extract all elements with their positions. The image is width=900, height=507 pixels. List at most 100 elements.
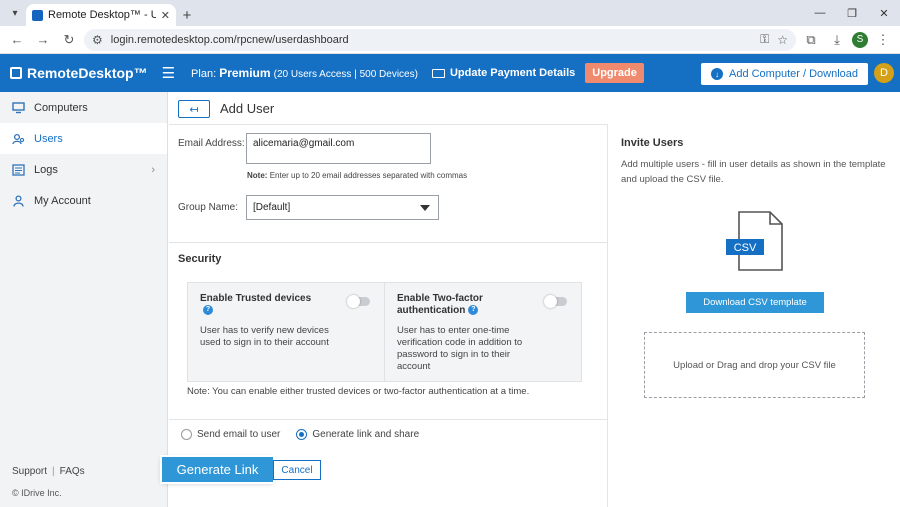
tab-title: Remote Desktop™ - User Mana	[48, 9, 156, 21]
security-options: Enable Trusted devices? User has to veri…	[187, 282, 582, 382]
tab-close-icon[interactable]: ✕	[161, 9, 170, 22]
monitor-icon	[12, 101, 25, 114]
download-icon[interactable]: ⤓	[826, 29, 848, 51]
help-icon[interactable]: ?	[468, 305, 479, 316]
url-field[interactable]: ⚙ login.remotedesktop.com/rpcnew/userdas…	[84, 28, 796, 51]
two-factor-toggle[interactable]	[544, 295, 567, 308]
security-note: Note: You can enable either trusted devi…	[187, 386, 530, 397]
invite-desc: Add multiple users - fill in user detail…	[621, 159, 886, 185]
email-field[interactable]: alicemaria@gmail.com	[246, 133, 431, 164]
sidebar: Computers Users Logs › My Account Suppor…	[0, 92, 168, 507]
divider	[169, 124, 607, 125]
app-header: RemoteDesktop™ ☰ Plan: Premium (20 Users…	[0, 54, 900, 92]
plan-details: (20 Users Access | 500 Devices)	[273, 69, 418, 80]
bookmark-star-icon[interactable]: ☆	[777, 33, 788, 47]
share-method-radios: Send email to user Generate link and sha…	[181, 429, 419, 440]
extensions-icon[interactable]: ⧉	[800, 29, 822, 51]
browser-tab[interactable]: Remote Desktop™ - User Mana ✕	[26, 4, 176, 26]
tab-search-icon[interactable]: ▾	[4, 2, 26, 24]
security-title: Security	[178, 253, 222, 265]
radio-generate-link[interactable]: Generate link and share	[296, 429, 419, 440]
radio-send-email[interactable]: Send email to user	[181, 429, 280, 440]
close-window-icon[interactable]: ✕	[868, 0, 900, 26]
toggle-knob	[544, 295, 557, 308]
favicon-icon	[32, 9, 43, 21]
back-arrow-icon[interactable]: ←	[6, 29, 28, 51]
caret-down-icon	[420, 205, 430, 211]
add-computer-label: Add Computer / Download	[728, 68, 858, 80]
sidebar-item-logs[interactable]: Logs ›	[0, 154, 167, 185]
faqs-link[interactable]: FAQs	[60, 466, 85, 477]
invite-title: Invite Users	[621, 137, 684, 149]
window-controls: — ❐ ✕	[804, 0, 900, 26]
group-select-value: [Default]	[253, 202, 291, 213]
new-tab-icon[interactable]: +	[176, 4, 198, 26]
toggle-knob	[347, 295, 360, 308]
sidebar-footer: Support | FAQs	[12, 466, 85, 477]
url-text: login.remotedesktop.com/rpcnew/userdashb…	[110, 33, 349, 46]
footer-separator: |	[52, 466, 55, 477]
sidebar-item-label: Logs	[34, 163, 58, 176]
cancel-button[interactable]: Cancel	[273, 460, 321, 480]
csv-dropzone[interactable]: Upload or Drag and drop your CSV file	[644, 332, 865, 398]
plan-name: Premium	[219, 66, 271, 80]
add-computer-button[interactable]: ↓ Add Computer / Download	[700, 63, 868, 85]
note-bold: Note:	[247, 171, 268, 180]
support-link[interactable]: Support	[12, 466, 47, 477]
reload-icon[interactable]: ↻	[58, 29, 80, 51]
back-button[interactable]: ↤	[178, 100, 210, 118]
add-user-panel: ↤ Add User Email Address: alicemaria@gma…	[162, 92, 607, 507]
upgrade-button[interactable]: Upgrade	[585, 63, 644, 83]
update-payment-link[interactable]: Update Payment Details	[431, 67, 575, 79]
browser-tabstrip: ▾ Remote Desktop™ - User Mana ✕ + — ❐ ✕	[0, 0, 900, 26]
trusted-devices-toggle[interactable]	[347, 295, 370, 308]
csv-file-icon: CSV	[726, 210, 784, 272]
radio-circle-selected	[296, 429, 308, 440]
profile-avatar[interactable]: S	[852, 31, 868, 48]
note-text: Enter up to 20 email addresses separated…	[269, 171, 468, 180]
plan-info: Plan: Premium (20 Users Access | 500 Dev…	[191, 66, 418, 80]
address-bar: ← → ↻ ⚙ login.remotedesktop.com/rpcnew/u…	[0, 26, 900, 54]
chevron-right-icon: ›	[151, 163, 155, 176]
sidebar-item-users[interactable]: Users	[0, 123, 167, 154]
key-icon[interactable]: ⚿	[760, 32, 769, 47]
page-title: Add User	[220, 101, 275, 116]
trusted-devices-title: Enable Trusted devices	[200, 293, 312, 304]
person-icon	[12, 194, 25, 207]
radio-circle	[181, 429, 192, 440]
site-info-icon[interactable]: ⚙	[92, 33, 103, 47]
two-factor-desc: User has to enter one-time verification …	[397, 325, 523, 372]
generate-link-button[interactable]: Generate Link	[162, 457, 273, 482]
radio-label: Generate link and share	[312, 429, 420, 440]
more-menu-icon[interactable]: ⋮	[872, 29, 894, 51]
sidebar-item-my-account[interactable]: My Account	[0, 185, 167, 216]
email-label: Email Address:	[178, 138, 245, 149]
radio-label: Send email to user	[197, 429, 281, 440]
plan-label: Plan:	[191, 68, 217, 80]
sidebar-item-label: My Account	[34, 194, 91, 207]
forward-arrow-icon[interactable]: →	[32, 29, 54, 51]
restore-icon[interactable]: ❐	[836, 0, 868, 26]
sidebar-item-computers[interactable]: Computers	[0, 92, 167, 123]
divider	[169, 419, 607, 420]
minimize-icon[interactable]: —	[804, 0, 836, 26]
credit-card-icon	[431, 68, 445, 78]
download-csv-button[interactable]: Download CSV template	[686, 292, 824, 313]
copyright: © IDrive Inc.	[12, 488, 62, 498]
user-avatar[interactable]: D	[874, 63, 894, 83]
sidebar-item-label: Computers	[34, 101, 88, 114]
group-select[interactable]: [Default]	[246, 195, 439, 220]
users-icon	[12, 133, 25, 145]
logo[interactable]: RemoteDesktop™	[10, 65, 148, 81]
email-note: Note: Enter up to 20 email addresses sep…	[247, 171, 467, 180]
download-circle-icon: ↓	[710, 68, 723, 80]
hamburger-menu-icon[interactable]: ☰	[162, 64, 175, 82]
sidebar-item-label: Users	[34, 132, 63, 145]
logo-mark-icon	[10, 67, 22, 79]
csv-label: CSV	[734, 242, 757, 254]
divider	[169, 242, 607, 243]
help-icon[interactable]: ?	[203, 305, 213, 316]
group-label: Group Name:	[178, 202, 239, 213]
trusted-devices-desc: User has to verify new devices used to s…	[200, 325, 329, 348]
trusted-devices-option: Enable Trusted devices? User has to veri…	[188, 283, 384, 381]
